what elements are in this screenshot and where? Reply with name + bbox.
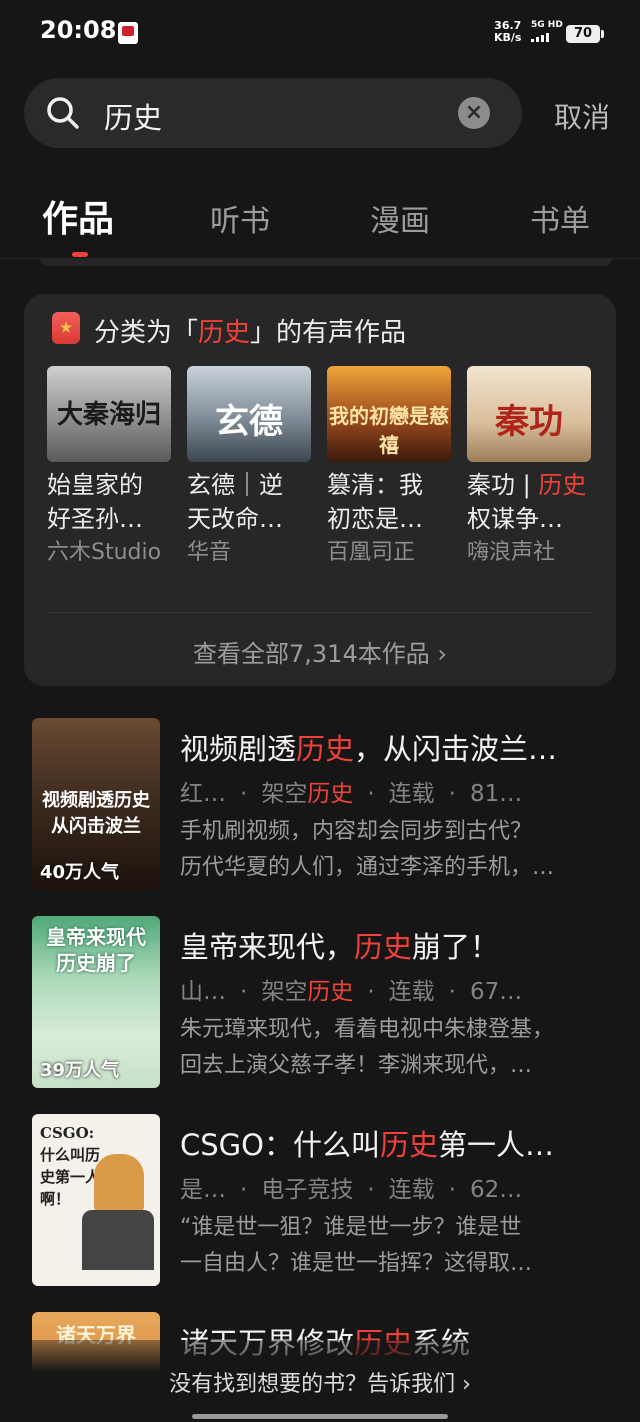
- tab-audiobooks[interactable]: 听书: [210, 196, 270, 240]
- tab-comics[interactable]: 漫画: [370, 196, 430, 240]
- chevron-right-icon: ›: [462, 1372, 471, 1397]
- previous-card-edge: [40, 258, 612, 266]
- feedback-link[interactable]: 没有找到想要的书？告诉我们 ›: [0, 1366, 640, 1398]
- book-title: 篡清：我: [327, 471, 423, 499]
- book-cover: 玄德: [187, 366, 311, 462]
- network-speed: 36.7 KB/s: [494, 19, 522, 44]
- tab-works[interactable]: 作品: [42, 190, 114, 242]
- audio-book-card[interactable]: 我的初戀是慈禧 篡清：我 初恋是… 百凰司正: [327, 366, 451, 570]
- clear-search-button[interactable]: ×: [458, 97, 490, 129]
- book-cover: 秦功: [467, 366, 591, 462]
- divider: [48, 612, 592, 613]
- book-cover: 大秦海归: [47, 366, 171, 462]
- audio-book-card[interactable]: 秦功 秦功 | 历史 权谋争… 嗨浪声社: [467, 366, 591, 570]
- status-bar: 20:08 36.7 KB/s 5G HD 70: [0, 0, 640, 66]
- book-description: 朱元璋来现代，看着电视中朱棣登基， 回去上演父慈子孝！李渊来现代，…: [180, 1017, 555, 1078]
- search-bar[interactable]: 历史 ×: [24, 78, 522, 148]
- dog-illustration: [94, 1154, 144, 1214]
- book-title-cont: 权谋争…: [467, 505, 563, 533]
- audio-works-section: 分类为「历史」的有声作品 大秦海归 始皇家的 好圣孙… 六木Studio 玄德 …: [24, 294, 616, 686]
- kfc-app-icon: [118, 22, 138, 44]
- popularity-label: 40万人气: [40, 862, 120, 883]
- audio-book-card[interactable]: 玄德 玄德｜逆 天改命… 华音: [187, 366, 311, 570]
- book-title: CSGO：什么叫历史第一人…: [180, 1128, 554, 1162]
- home-indicator[interactable]: [192, 1414, 448, 1419]
- chevron-right-icon: ›: [437, 640, 447, 668]
- book-cover: 皇帝来现代 历史崩了 39万人气: [32, 916, 160, 1088]
- list-item[interactable]: CSGO: 什么叫历史第一人啊！ CSGO：什么叫历史第一人… 是… · 电子竞技 ·…: [32, 1114, 616, 1286]
- book-meta: 红… · 架空历史 · 连载 · 81…: [180, 781, 523, 807]
- book-title: 玄德｜逆: [187, 471, 283, 499]
- book-meta: 山… · 架空历史 · 连载 · 67…: [180, 979, 523, 1005]
- book-author: 百凰司正: [327, 540, 416, 565]
- view-all-link[interactable]: 查看全部7,314本作品 ›: [24, 634, 616, 669]
- book-meta: 是… · 电子竞技 · 连载 · 62…: [180, 1177, 523, 1203]
- book-cover: 视频剧透历史 从闪击波兰 40万人气: [32, 718, 160, 890]
- tab-bar: 作品 听书 漫画 书单: [0, 190, 640, 260]
- active-tab-indicator: [72, 252, 88, 257]
- battery-icon: 70: [566, 25, 604, 43]
- section-heading: 分类为「历史」的有声作品: [94, 318, 407, 348]
- status-time: 20:08: [40, 16, 117, 44]
- book-title: 皇帝来现代，历史崩了！: [180, 930, 500, 964]
- audio-badge-icon: [52, 312, 80, 344]
- book-author: 华音: [187, 540, 232, 565]
- cancel-button[interactable]: 取消: [554, 96, 610, 136]
- list-item[interactable]: 视频剧透历史 从闪击波兰 40万人气 视频剧透历史，从闪击波兰… 红… · 架空历史…: [32, 718, 616, 890]
- book-cover: CSGO: 什么叫历史第一人啊！: [32, 1114, 160, 1286]
- book-description: “谁是世一狙？谁是世一步？谁是世 一自由人？谁是世一指挥？这得取…: [180, 1215, 533, 1276]
- search-icon: [47, 97, 79, 129]
- tab-booklists[interactable]: 书单: [530, 196, 590, 240]
- list-item[interactable]: 皇帝来现代 历史崩了 39万人气 皇帝来现代，历史崩了！ 山… · 架空历史 · 连载 ·…: [32, 916, 616, 1088]
- popularity-label: 39万人气: [40, 1060, 120, 1081]
- book-author: 六木Studio: [47, 540, 162, 565]
- book-title: 始皇家的: [47, 471, 143, 499]
- book-author: 嗨浪声社: [467, 540, 556, 565]
- book-title: 视频剧透历史，从闪击波兰…: [180, 732, 558, 766]
- signal-icon: 5G HD: [531, 20, 563, 42]
- book-description: 手机刷视频，内容却会同步到古代？ 历代华夏的人们，通过李泽的手机，…: [180, 819, 555, 880]
- book-cover: 我的初戀是慈禧: [327, 366, 451, 462]
- search-input[interactable]: 历史: [104, 95, 162, 137]
- book-title-cont: 好圣孙…: [47, 505, 143, 533]
- book-title: 秦功 | 历史: [467, 471, 587, 499]
- book-title-cont: 天改命…: [187, 505, 283, 533]
- audio-book-card[interactable]: 大秦海归 始皇家的 好圣孙… 六木Studio: [47, 366, 171, 570]
- book-title-cont: 初恋是…: [327, 505, 423, 533]
